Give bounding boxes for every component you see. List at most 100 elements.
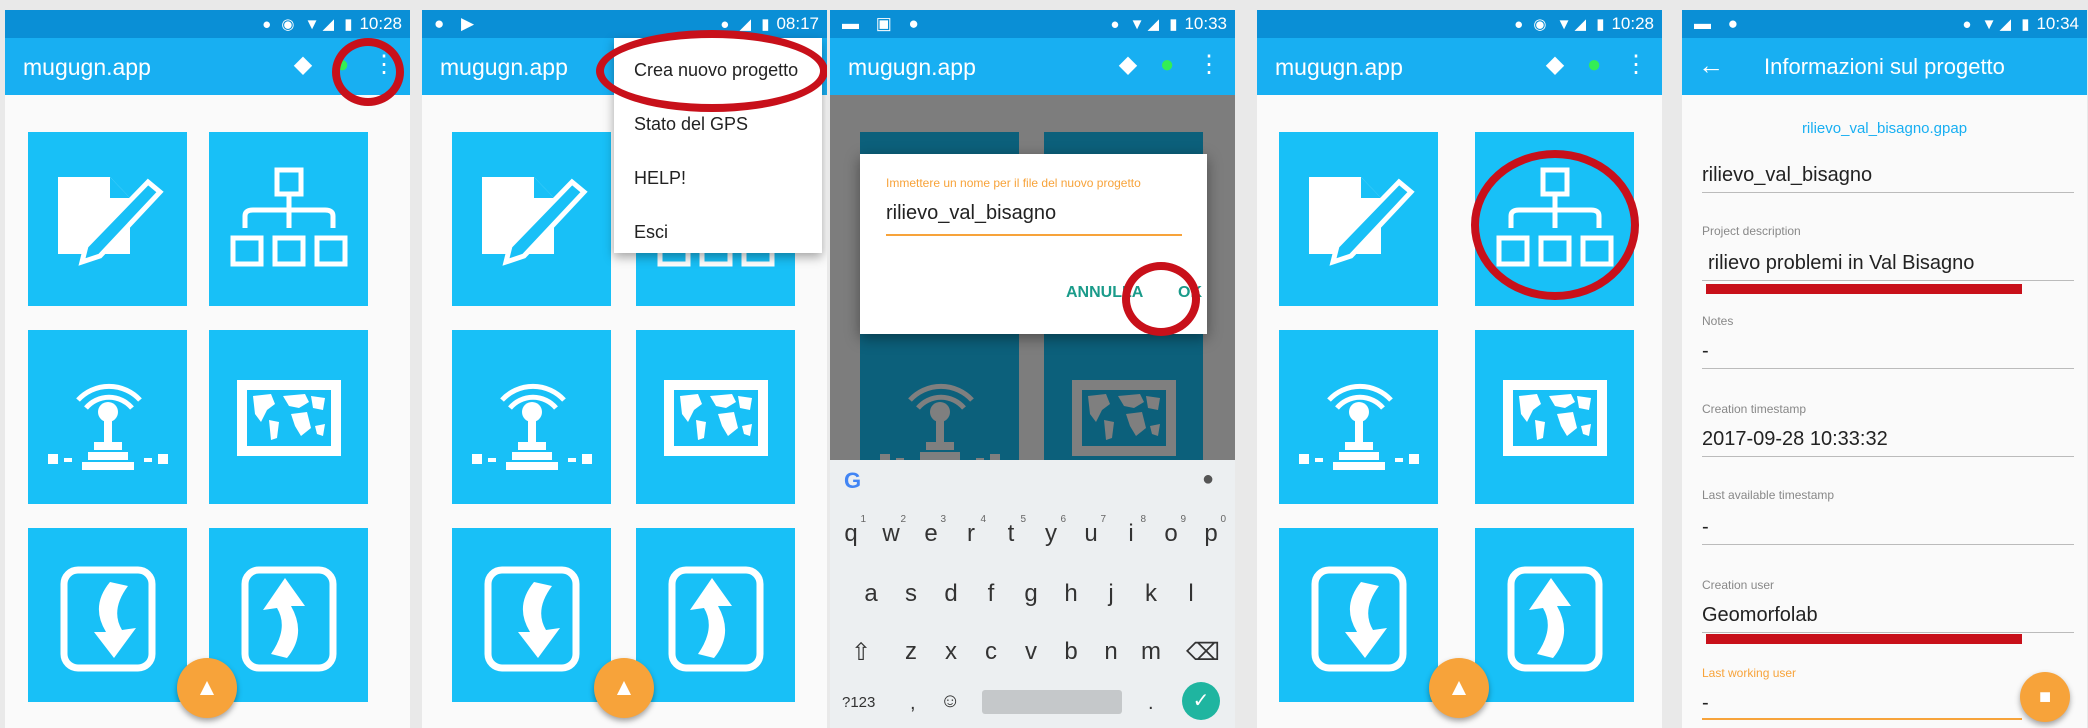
menu-item-gps-status[interactable]: Stato del GPS xyxy=(634,114,748,135)
layers-icon[interactable]: ◆ xyxy=(1119,50,1137,79)
more-vert-icon[interactable]: ⋮ xyxy=(1624,50,1648,79)
notes-icon xyxy=(452,132,611,306)
notes-field[interactable]: - xyxy=(1702,340,1709,363)
key-p[interactable]: p0 xyxy=(1196,514,1226,548)
alert-fab[interactable]: ▲ xyxy=(1429,658,1489,718)
key-g[interactable]: g xyxy=(1016,580,1046,608)
key-o[interactable]: o9 xyxy=(1156,514,1186,548)
project-name-input[interactable]: rilievo_val_bisagno xyxy=(886,202,1182,236)
app-title: mugugn.app xyxy=(23,54,151,80)
warning-icon: ▲ xyxy=(612,674,636,701)
last-timestamp-field[interactable]: - xyxy=(1702,516,1709,539)
alert-fab[interactable]: ▲ xyxy=(594,658,654,718)
key-r[interactable]: r4 xyxy=(956,514,986,548)
spacebar[interactable] xyxy=(982,690,1122,714)
key-n[interactable]: n xyxy=(1096,638,1126,666)
more-vert-icon[interactable]: ⋮ xyxy=(1197,50,1221,79)
export-tile[interactable] xyxy=(636,528,795,702)
key-u[interactable]: u7 xyxy=(1076,514,1106,548)
backspace-icon[interactable]: ⌫ xyxy=(1186,638,1220,667)
creation-user-field[interactable]: Geomorfolab xyxy=(1702,604,1818,627)
key-c[interactable]: c xyxy=(976,638,1006,666)
key-l[interactable]: l xyxy=(1176,580,1206,608)
map-icon xyxy=(209,330,368,504)
gps-status-icon[interactable]: ● xyxy=(1160,51,1175,79)
map-tile[interactable] xyxy=(1475,330,1634,504)
layers-icon[interactable]: ◆ xyxy=(294,50,312,79)
key-d[interactable]: d xyxy=(936,580,966,608)
description-field[interactable]: rilievo problemi in Val Bisagno xyxy=(1708,252,1974,275)
key-comma[interactable]: , xyxy=(910,692,916,715)
notification-icons: ● ▶ xyxy=(434,14,481,33)
export-icon xyxy=(1475,528,1634,702)
key-z[interactable]: z xyxy=(896,638,926,666)
key-a[interactable]: a xyxy=(856,580,886,608)
import-icon xyxy=(452,528,611,702)
key-x[interactable]: x xyxy=(936,638,966,666)
gps-status-icon[interactable]: ● xyxy=(1587,51,1602,79)
notification-icons: ▬ ● xyxy=(1694,14,1744,33)
key-m[interactable]: m xyxy=(1136,638,1166,666)
export-tile[interactable] xyxy=(1475,528,1634,702)
notes-icon xyxy=(28,132,187,306)
key-j[interactable]: j xyxy=(1096,580,1126,608)
project-tile[interactable] xyxy=(209,132,368,306)
key-period[interactable]: . xyxy=(1148,692,1154,715)
google-icon[interactable]: G xyxy=(844,468,861,494)
key-f[interactable]: f xyxy=(976,580,1006,608)
key-y[interactable]: y6 xyxy=(1036,514,1066,548)
key-s[interactable]: s xyxy=(896,580,926,608)
project-tree-icon xyxy=(209,132,368,306)
status-bar: ● ◉ ▼◢ ▮ 10:28 xyxy=(1257,10,1662,38)
back-arrow-icon[interactable]: ← xyxy=(1698,50,1724,81)
mic-icon[interactable]: ● xyxy=(1202,468,1214,491)
status-time: 10:28 xyxy=(1611,14,1654,33)
map-tile[interactable] xyxy=(209,330,368,504)
field-underline xyxy=(1702,368,2074,369)
gps-log-tile[interactable] xyxy=(1279,330,1438,504)
notes-tile[interactable] xyxy=(1279,132,1438,306)
status-time: 08:17 xyxy=(776,14,819,33)
key-w[interactable]: w2 xyxy=(876,514,906,548)
export-icon xyxy=(636,528,795,702)
key-symbols[interactable]: ?123 xyxy=(842,694,875,711)
save-button[interactable]: ■ xyxy=(2020,672,2070,722)
notes-tile[interactable] xyxy=(28,132,187,306)
map-tile[interactable] xyxy=(636,330,795,504)
key-t[interactable]: t5 xyxy=(996,514,1026,548)
creation-user-label: Creation user xyxy=(1702,578,1775,592)
gps-log-tile[interactable] xyxy=(452,330,611,504)
import-tile[interactable] xyxy=(452,528,611,702)
screen-menu: ● ▶ ● ◢ ▮ 08:17 mugugn.app ▲ Crea nuovo p… xyxy=(422,10,827,728)
status-icons: ● ◉ ▼◢ ▮ xyxy=(1514,16,1608,33)
gps-log-icon xyxy=(1279,330,1438,504)
key-e[interactable]: e3 xyxy=(916,514,946,548)
key-q[interactable]: q1 xyxy=(836,514,866,548)
warning-icon: ▲ xyxy=(1447,674,1471,701)
key-v[interactable]: v xyxy=(1016,638,1046,666)
highlight-underline xyxy=(1706,634,2022,644)
emoji-icon[interactable]: ☺ xyxy=(940,690,960,713)
app-bar: ← Informazioni sul progetto xyxy=(1682,38,2087,95)
field-underline xyxy=(1702,456,2074,457)
gps-log-tile[interactable] xyxy=(28,330,187,504)
notes-icon xyxy=(1279,132,1438,306)
alert-fab[interactable]: ▲ xyxy=(177,658,237,718)
field-underline-active xyxy=(1702,718,2022,720)
import-tile[interactable] xyxy=(28,528,187,702)
creation-timestamp-field[interactable]: 2017-09-28 10:33:32 xyxy=(1702,428,1888,451)
notes-tile[interactable] xyxy=(452,132,611,306)
field-underline xyxy=(1702,280,2074,281)
menu-item-exit[interactable]: Esci xyxy=(634,222,668,243)
key-i[interactable]: i8 xyxy=(1116,514,1146,548)
enter-key[interactable]: ✓ xyxy=(1182,682,1220,720)
key-h[interactable]: h xyxy=(1056,580,1086,608)
shift-icon[interactable]: ⇧ xyxy=(846,638,876,667)
layers-icon[interactable]: ◆ xyxy=(1546,50,1564,79)
key-b[interactable]: b xyxy=(1056,638,1086,666)
menu-item-help[interactable]: HELP! xyxy=(634,168,686,189)
project-name-field[interactable]: rilievo_val_bisagno xyxy=(1702,164,1872,187)
last-user-field[interactable]: - xyxy=(1702,692,1709,715)
key-k[interactable]: k xyxy=(1136,580,1166,608)
import-tile[interactable] xyxy=(1279,528,1438,702)
